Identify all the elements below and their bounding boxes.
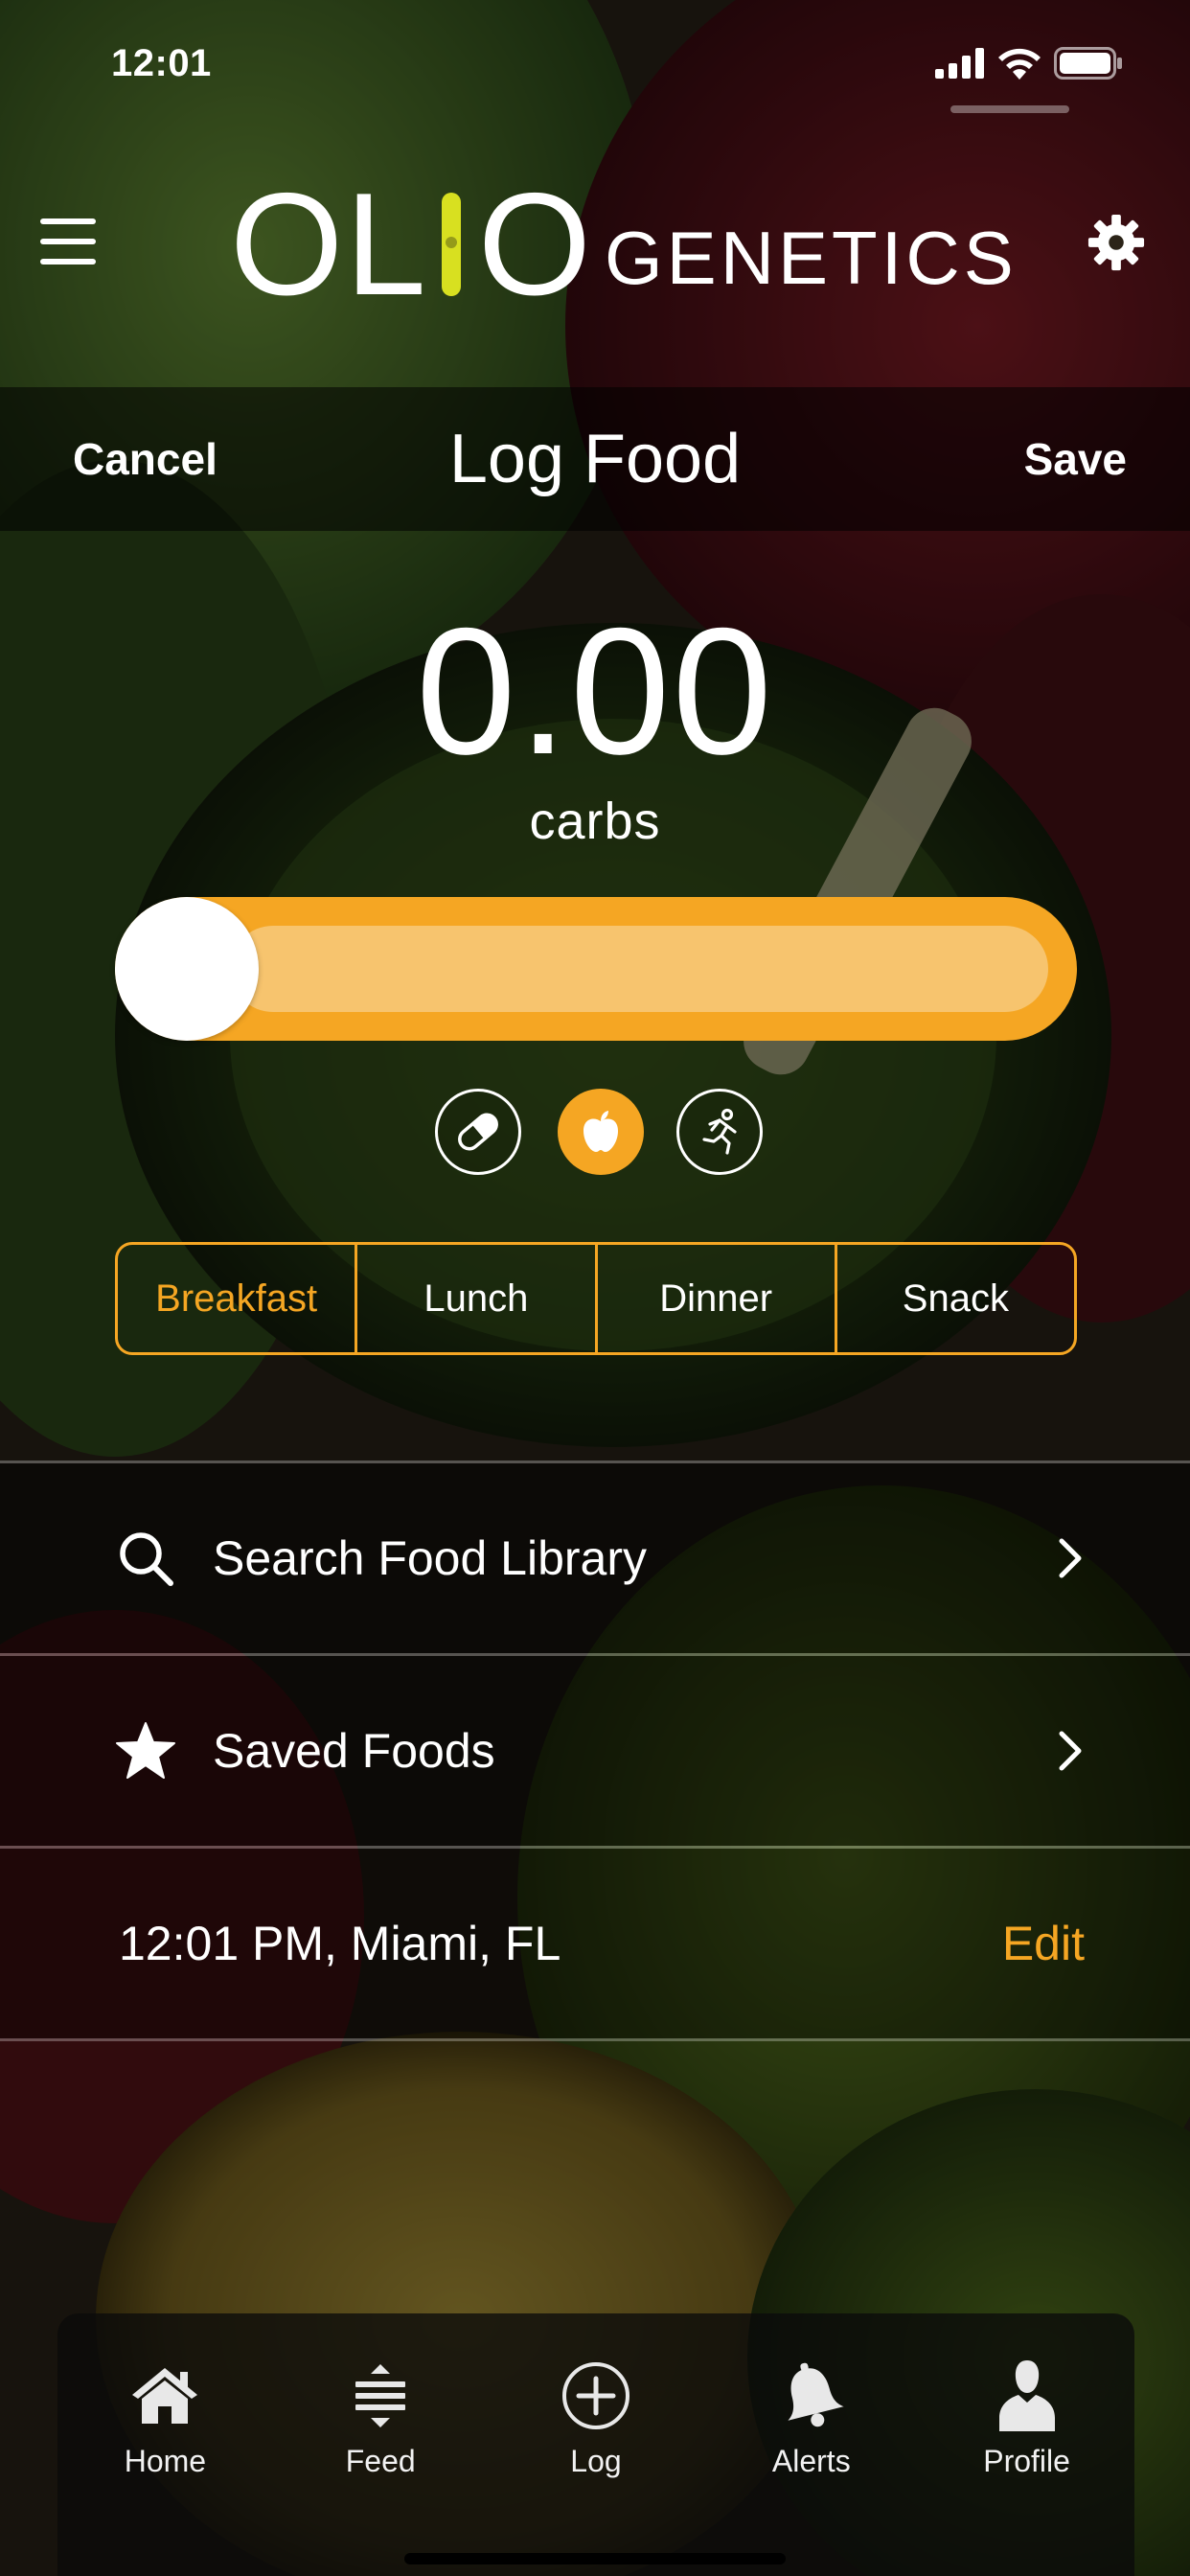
chevron-right-icon (1059, 1731, 1082, 1771)
tab-alerts-label: Alerts (771, 2444, 851, 2478)
tab-breakfast[interactable]: Breakfast (118, 1245, 355, 1352)
status-icons (935, 46, 1123, 80)
cancel-button[interactable]: Cancel (73, 433, 217, 485)
hamburger-icon (40, 218, 96, 224)
person-icon (998, 2360, 1055, 2431)
search-icon (120, 1532, 173, 1586)
feed-icon (355, 2364, 406, 2427)
saved-foods-label: Saved Foods (213, 1724, 495, 1778)
options-list: Search Food Library Saved Foods 12:01 PM… (0, 1460, 1190, 2041)
slider-knob[interactable] (115, 897, 259, 1041)
cellular-signal-icon (935, 48, 984, 79)
brand-logo: OL O GENETICS (230, 163, 1018, 326)
tab-bar: Home Feed Log Alerts Profile (57, 2313, 1134, 2576)
gear-icon[interactable] (1087, 213, 1146, 272)
menu-button[interactable] (40, 218, 96, 264)
tab-log[interactable]: Log (489, 2313, 704, 2576)
running-icon (702, 1108, 737, 1155)
tab-dinner[interactable]: Dinner (594, 1245, 835, 1352)
apple-icon (584, 1111, 618, 1152)
time-location-row: 12:01 PM, Miami, FL Edit (0, 1849, 1190, 2038)
wifi-icon (998, 48, 1041, 80)
search-food-library-label: Search Food Library (213, 1531, 648, 1585)
search-food-library-row[interactable]: Search Food Library (0, 1463, 1190, 1653)
carb-unit: carbs (529, 793, 661, 850)
tab-alerts[interactable]: Alerts (703, 2313, 919, 2576)
battery-icon (1054, 47, 1122, 80)
tab-log-label: Log (570, 2444, 622, 2478)
tab-home[interactable]: Home (57, 2313, 273, 2576)
tab-feed[interactable]: Feed (273, 2313, 489, 2576)
type-medication-button[interactable] (435, 1089, 521, 1175)
tab-feed-label: Feed (345, 2444, 416, 2478)
home-indicator (404, 2553, 786, 2564)
brand-olio: OL O (230, 163, 593, 326)
type-food-button[interactable] (558, 1089, 644, 1175)
slider-track (230, 926, 1048, 1012)
type-activity-button[interactable] (676, 1089, 763, 1175)
edit-button[interactable]: Edit (1002, 1916, 1085, 1971)
brand-genetics: GENETICS (605, 216, 1018, 300)
chevron-right-icon (1059, 1538, 1082, 1578)
saved-foods-row[interactable]: Saved Foods (0, 1656, 1190, 1846)
status-time: 12:01 (111, 42, 212, 84)
meal-tabs: Breakfast Lunch Dinner Snack (115, 1242, 1077, 1355)
nav-bar: Cancel Log Food Save (0, 387, 1190, 531)
pill-icon (458, 1113, 498, 1151)
save-button[interactable]: Save (1024, 433, 1127, 485)
home-icon (132, 2368, 198, 2424)
bell-icon (788, 2362, 844, 2427)
time-location-label: 12:01 PM, Miami, FL (119, 1917, 561, 1970)
plus-circle-icon (561, 2362, 629, 2429)
star-icon (116, 1722, 175, 1779)
tab-profile-label: Profile (983, 2444, 1070, 2478)
tab-snack[interactable]: Snack (834, 1245, 1074, 1352)
tab-home-label: Home (124, 2444, 207, 2478)
brand-i-mark (441, 193, 461, 296)
tab-lunch[interactable]: Lunch (355, 1245, 594, 1352)
tab-profile[interactable]: Profile (919, 2313, 1134, 2576)
divider (0, 2038, 1190, 2041)
carb-slider[interactable] (115, 897, 1077, 1041)
carb-value: 0.00 (416, 590, 774, 792)
status-indicator (950, 105, 1069, 113)
